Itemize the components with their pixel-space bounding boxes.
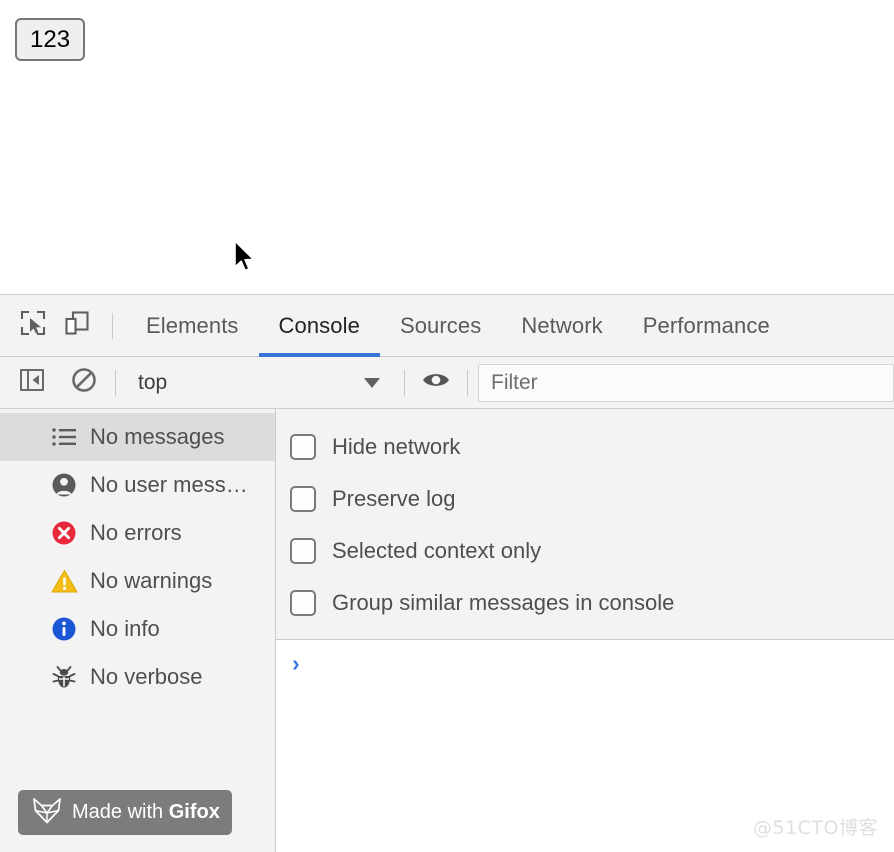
tab-network-label: Network [521,312,603,338]
execution-context-select[interactable]: top [126,363,394,403]
tab-performance-label: Performance [642,312,770,338]
list-icon [50,423,78,451]
console-sidebar: No messages No user mess… No errors No w… [0,409,276,852]
selected-context-only-label: Selected context only [332,538,542,563]
console-body: No messages No user mess… No errors No w… [0,409,894,852]
sidebar-item-no-errors-label: No errors [90,520,182,545]
device-toolbar-button[interactable] [55,304,99,348]
console-prompt-chevron-icon: › [292,649,300,676]
hide-network-label: Hide network [332,434,461,459]
console-toolbar-divider-1 [115,369,116,396]
sidebar-item-no-info-label: No info [90,616,160,641]
devtools-tab-bar: Elements Console Sources Network Perform… [0,295,894,357]
console-prompt-row[interactable]: › [276,640,894,686]
preserve-log-checkbox[interactable] [290,486,316,512]
person-icon [50,471,78,499]
clear-console-icon [71,367,97,398]
setting-preserve-log[interactable]: Preserve log [276,473,894,525]
sidebar-item-no-warnings-label: No warnings [90,568,213,593]
group-similar-messages-label: Group similar messages in console [332,590,675,615]
filter-input[interactable]: Filter [478,363,894,402]
sidebar-item-no-verbose-label: No verbose [90,664,203,689]
clear-console-button[interactable] [63,362,105,404]
devtools-panel: Elements Console Sources Network Perform… [0,294,894,852]
web-page-area: 123 [0,0,894,294]
console-output-area[interactable] [276,686,894,852]
devtools-tabs: Elements Console Sources Network Perform… [126,295,790,357]
console-settings-eye-icon [421,369,451,396]
bug-icon [50,663,78,691]
sidebar-item-no-verbose[interactable]: No verbose [0,653,275,701]
gifox-name: Gifox [168,801,220,823]
sidebar-item-no-user-messages[interactable]: No user mess… [0,461,275,509]
group-similar-messages-checkbox[interactable] [290,590,316,616]
show-console-sidebar-icon [19,368,45,397]
warning-icon [50,567,78,595]
console-main-pane: Hide network Preserve log Selected conte… [276,409,894,852]
preserve-log-label: Preserve log [332,486,456,511]
tab-console[interactable]: Console [258,295,381,357]
hide-network-checkbox[interactable] [290,434,316,460]
sidebar-item-no-info[interactable]: No info [0,605,275,653]
tab-sources[interactable]: Sources [380,295,501,357]
sidebar-item-no-messages-label: No messages [90,424,225,449]
page-number-button[interactable]: 123 [15,18,86,61]
inspect-element-icon [20,310,46,341]
chevron-down-icon [364,377,380,388]
setting-hide-network[interactable]: Hide network [276,421,894,473]
gifox-prefix: Made with [72,801,169,823]
sidebar-item-no-user-messages-label: No user mess… [90,472,248,497]
tab-network[interactable]: Network [501,295,622,357]
toolbar-divider [112,312,113,339]
gifox-watermark-badge: Made with Gifox [18,790,232,835]
toggle-console-sidebar-button[interactable] [11,362,53,404]
tab-sources-label: Sources [399,312,482,338]
tab-performance[interactable]: Performance [623,295,790,357]
selected-context-only-checkbox[interactable] [290,538,316,564]
gifox-label: Made with Gifox [72,801,220,824]
fox-head-icon [32,797,62,829]
inspect-element-button[interactable] [11,304,55,348]
console-settings-eye-button[interactable] [415,362,457,404]
tab-elements-label: Elements [146,312,239,338]
tab-console-label: Console [278,312,360,338]
console-toolbar: top Filter [0,357,894,409]
devtools-toolbar-icons [0,304,126,348]
setting-selected-context-only[interactable]: Selected context only [276,525,894,577]
console-toolbar-divider-2 [404,369,405,396]
info-icon [50,615,78,643]
sidebar-item-no-errors[interactable]: No errors [0,509,275,557]
error-icon [50,519,78,547]
setting-group-similar-messages[interactable]: Group similar messages in console [276,577,894,629]
device-toolbar-icon [64,310,90,341]
filter-placeholder: Filter [491,370,538,394]
mouse-cursor-arrow-pointer-icon [233,240,257,274]
sidebar-item-no-warnings[interactable]: No warnings [0,557,275,605]
console-settings-panel: Hide network Preserve log Selected conte… [276,409,894,640]
sidebar-item-no-messages[interactable]: No messages [0,413,275,461]
execution-context-value: top [138,370,168,394]
tab-elements[interactable]: Elements [126,295,259,357]
console-toolbar-divider-3 [467,369,468,396]
